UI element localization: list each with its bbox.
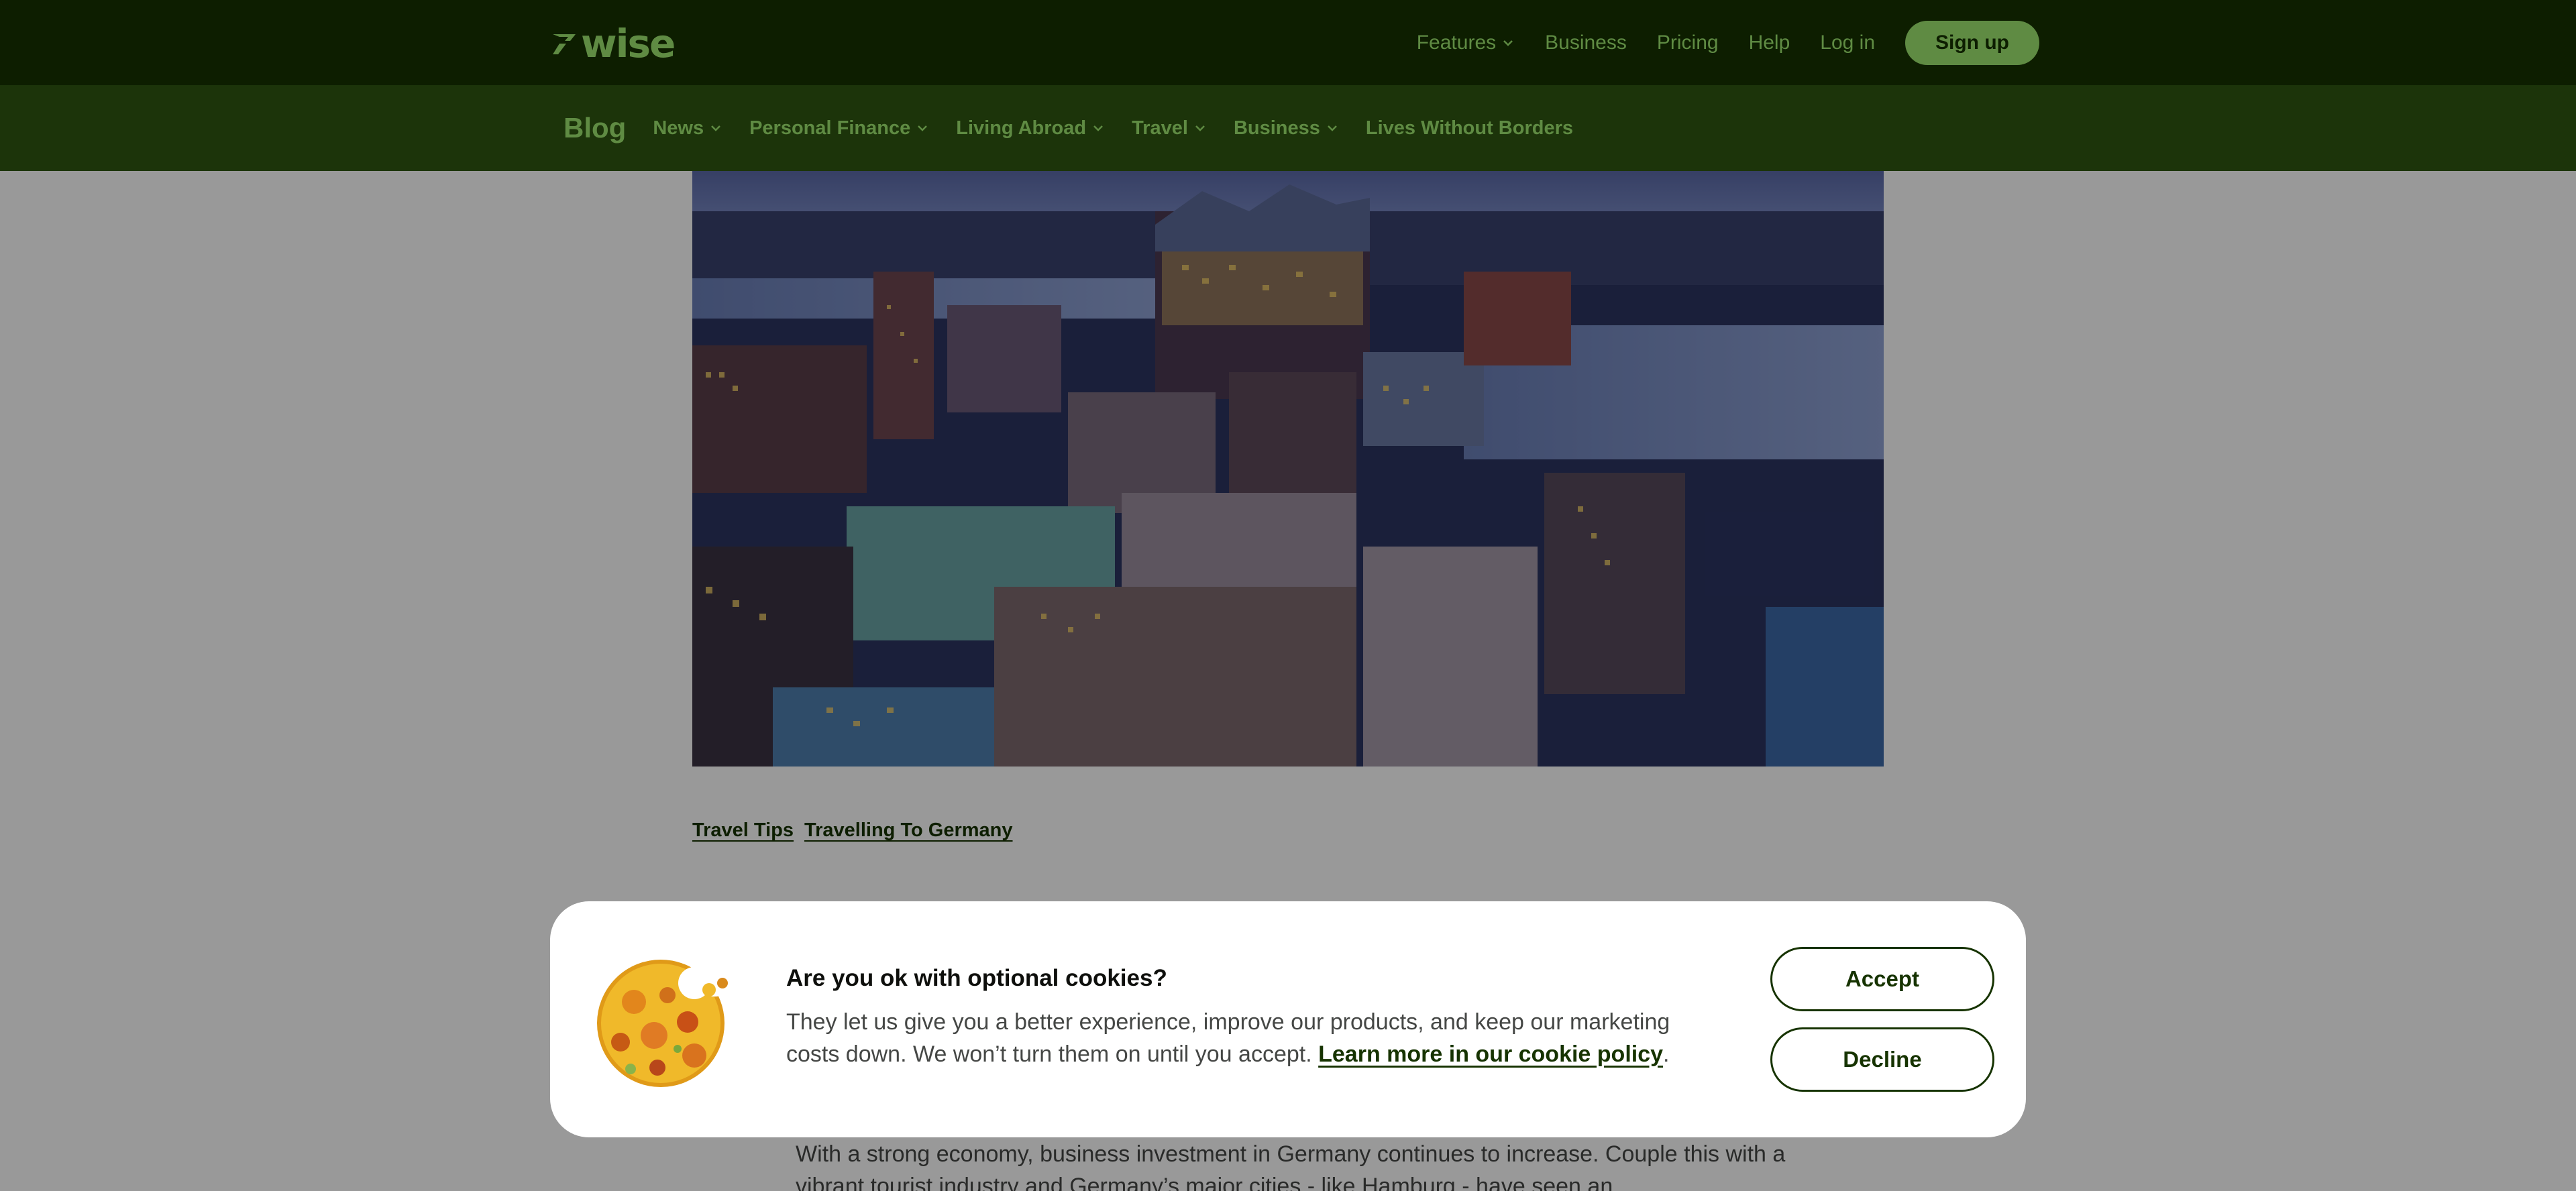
cookie-policy-link[interactable]: Learn more in our cookie policy xyxy=(1318,1041,1663,1067)
cookie-banner: Are you ok with optional cookies? They l… xyxy=(550,901,2026,1137)
accept-cookies-button[interactable]: Accept xyxy=(1770,947,1994,1011)
cookie-body-suffix: . xyxy=(1663,1041,1670,1067)
decline-cookies-button[interactable]: Decline xyxy=(1770,1027,1994,1092)
cookie-icon xyxy=(594,948,737,1090)
cookie-body: They let us give you a better experience… xyxy=(786,1006,1719,1070)
cookie-heading: Are you ok with optional cookies? xyxy=(786,965,1167,991)
